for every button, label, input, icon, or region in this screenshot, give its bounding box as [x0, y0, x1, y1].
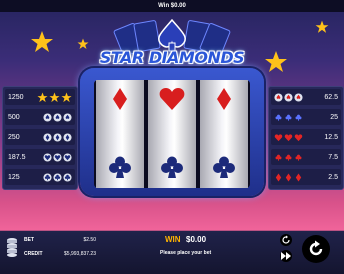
- fast-forward-icon: [281, 252, 291, 260]
- paytable-left: 1250 500 250 187.5 125: [2, 86, 78, 190]
- payout-value: 12.5: [324, 133, 338, 141]
- autoplay-button[interactable]: [280, 234, 292, 246]
- credit-label: CREDIT: [24, 251, 43, 257]
- paytable-row: 12.5: [271, 129, 341, 145]
- top-win-bar: Win $0.00: [0, 0, 344, 12]
- payout-value: 250: [8, 133, 20, 141]
- blue-club-icon: [274, 113, 303, 122]
- payout-value: 1250: [8, 93, 24, 101]
- blue-club-icon: [43, 172, 72, 182]
- star-decoration-icon: [31, 31, 53, 52]
- red-heart-icon: [148, 82, 196, 116]
- reel-window: [94, 80, 250, 188]
- payout-value: 62.5: [324, 93, 338, 101]
- game-logo: STAR DIAMONDS: [92, 18, 252, 74]
- blue-diamond-icon: [43, 132, 72, 142]
- paytable-row: 500: [5, 109, 75, 125]
- payout-value: 7.5: [328, 153, 338, 161]
- status-prompt: Please place your bet: [160, 250, 212, 256]
- chip-stack-icon[interactable]: [6, 236, 18, 258]
- reel: [200, 80, 248, 188]
- paytable-row: 7.5: [271, 149, 341, 165]
- red-club-icon: [274, 153, 303, 162]
- paytable-row: 62.5: [271, 89, 341, 105]
- paytable-row: 187.5: [5, 149, 75, 165]
- blue-club-icon: [200, 150, 248, 184]
- paytable-row: 250: [5, 129, 75, 145]
- blue-spade-icon: [43, 112, 72, 122]
- paytable-row: 2.5: [271, 169, 341, 185]
- spin-button[interactable]: [302, 235, 330, 263]
- top-win-value: $0.00: [170, 3, 186, 9]
- payout-value: 500: [8, 113, 20, 121]
- payout-value: 125: [8, 173, 20, 181]
- red-spade-icon: [274, 92, 303, 102]
- credit-value: $5,993,837.23: [64, 251, 96, 257]
- blue-club-icon: [148, 150, 196, 184]
- blue-club-icon: [96, 150, 144, 184]
- logo-title: STAR DIAMONDS: [99, 48, 245, 67]
- red-heart-icon: [274, 133, 303, 142]
- payout-value: 2.5: [328, 173, 338, 181]
- win-value: $0.00: [186, 235, 207, 244]
- red-diamond-icon: [200, 82, 248, 116]
- star-decoration-icon: [265, 51, 287, 72]
- star-icon: [37, 91, 72, 103]
- paytable-row: 125: [5, 169, 75, 185]
- fast-forward-button[interactable]: [280, 250, 292, 262]
- reel: [96, 80, 144, 188]
- red-diamond-icon: [96, 82, 144, 116]
- paytable-right: 62.5 25 12.5 7.5 2.5: [268, 86, 344, 190]
- autoplay-icon: [282, 235, 290, 244]
- red-diamond-icon: [274, 172, 303, 182]
- payout-value: 187.5: [8, 153, 26, 161]
- spin-icon: [309, 240, 323, 256]
- win-label: WIN: [165, 235, 181, 244]
- paytable-row: 1250: [5, 89, 75, 105]
- star-decoration-icon: [315, 20, 329, 33]
- blue-heart-icon: [43, 152, 72, 162]
- reel: [148, 80, 196, 188]
- payout-value: 25: [330, 113, 338, 121]
- top-win-label: Win: [158, 3, 170, 9]
- bet-label: BET: [24, 237, 34, 243]
- paytable-row: 25: [271, 109, 341, 125]
- bet-value[interactable]: $2.50: [60, 237, 96, 243]
- star-decoration-icon: [77, 38, 89, 49]
